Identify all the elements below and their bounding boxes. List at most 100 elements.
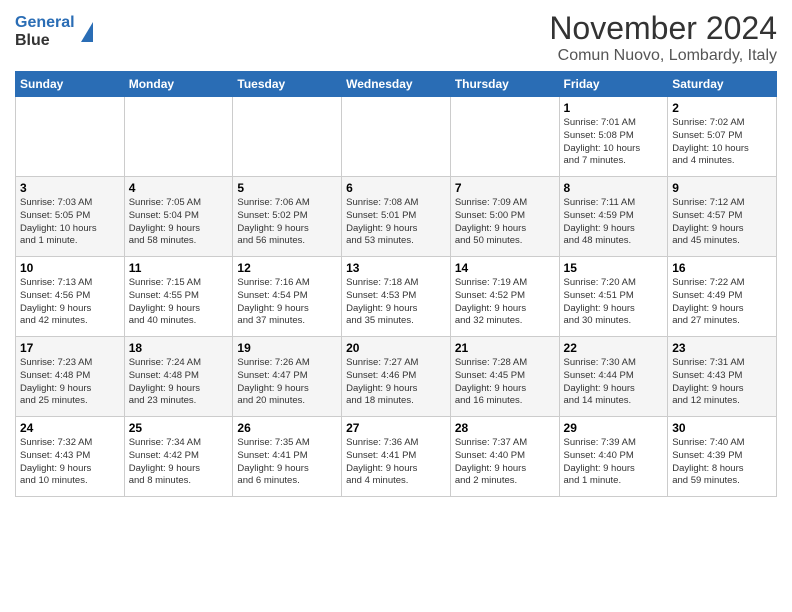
day-cell: 28 Sunrise: 7:37 AM Sunset: 4:40 PM Dayli… xyxy=(450,417,559,497)
day-info: Sunrise: 7:37 AM Sunset: 4:40 PM Dayligh… xyxy=(455,437,555,488)
day-number: 1 xyxy=(564,101,664,115)
day-info: Sunrise: 7:09 AM Sunset: 5:00 PM Dayligh… xyxy=(455,197,555,248)
day-cell: 17Sunrise: 7:23 AM Sunset: 4:48 PM Dayli… xyxy=(16,337,125,417)
day-number: 8 xyxy=(564,181,664,195)
header-tuesday: Tuesday xyxy=(233,72,342,97)
day-number: 16 xyxy=(672,261,772,275)
day-cell: 8 Sunrise: 7:11 AM Sunset: 4:59 PM Daylig… xyxy=(559,177,668,257)
day-number: 15 xyxy=(564,261,664,275)
day-info: Sunrise: 7:13 AM Sunset: 4:56 PM Dayligh… xyxy=(20,277,120,328)
day-number: 26 xyxy=(237,421,337,435)
week-row-0: 1 Sunrise: 7:01 AM Sunset: 5:08 PM Daylig… xyxy=(16,97,777,177)
day-number: 30 xyxy=(672,421,772,435)
day-info: Sunrise: 7:06 AM Sunset: 5:02 PM Dayligh… xyxy=(237,197,337,248)
header-wednesday: Wednesday xyxy=(342,72,451,97)
day-cell xyxy=(342,97,451,177)
logo-icon xyxy=(81,22,93,42)
day-info: Sunrise: 7:35 AM Sunset: 4:41 PM Dayligh… xyxy=(237,437,337,488)
calendar-table: SundayMondayTuesdayWednesdayThursdayFrid… xyxy=(15,71,777,497)
day-cell: 5 Sunrise: 7:06 AM Sunset: 5:02 PM Daylig… xyxy=(233,177,342,257)
day-cell: 29 Sunrise: 7:39 AM Sunset: 4:40 PM Dayli… xyxy=(559,417,668,497)
day-info: Sunrise: 7:15 AM Sunset: 4:55 PM Dayligh… xyxy=(129,277,229,328)
day-number: 29 xyxy=(564,421,664,435)
day-number: 9 xyxy=(672,181,772,195)
day-info: Sunrise: 7:08 AM Sunset: 5:01 PM Dayligh… xyxy=(346,197,446,248)
day-info: Sunrise: 7:02 AM Sunset: 5:07 PM Dayligh… xyxy=(672,117,772,168)
day-info: Sunrise: 7:30 AM Sunset: 4:44 PM Dayligh… xyxy=(564,357,664,408)
calendar-body: 1 Sunrise: 7:01 AM Sunset: 5:08 PM Daylig… xyxy=(16,97,777,497)
day-info: Sunrise: 7:01 AM Sunset: 5:08 PM Dayligh… xyxy=(564,117,664,168)
day-cell: 14 Sunrise: 7:19 AM Sunset: 4:52 PM Dayli… xyxy=(450,257,559,337)
day-cell: 11 Sunrise: 7:15 AM Sunset: 4:55 PM Dayli… xyxy=(124,257,233,337)
day-number: 14 xyxy=(455,261,555,275)
day-number: 7 xyxy=(455,181,555,195)
day-cell: 15 Sunrise: 7:20 AM Sunset: 4:51 PM Dayli… xyxy=(559,257,668,337)
day-cell: 26 Sunrise: 7:35 AM Sunset: 4:41 PM Dayli… xyxy=(233,417,342,497)
calendar-subtitle: Comun Nuovo, Lombardy, Italy xyxy=(549,47,777,65)
day-info: Sunrise: 7:18 AM Sunset: 4:53 PM Dayligh… xyxy=(346,277,446,328)
day-info: Sunrise: 7:39 AM Sunset: 4:40 PM Dayligh… xyxy=(564,437,664,488)
day-info: Sunrise: 7:22 AM Sunset: 4:49 PM Dayligh… xyxy=(672,277,772,328)
day-info: Sunrise: 7:26 AM Sunset: 4:47 PM Dayligh… xyxy=(237,357,337,408)
day-cell: 22 Sunrise: 7:30 AM Sunset: 4:44 PM Dayli… xyxy=(559,337,668,417)
day-cell: 20 Sunrise: 7:27 AM Sunset: 4:46 PM Dayli… xyxy=(342,337,451,417)
week-row-3: 17Sunrise: 7:23 AM Sunset: 4:48 PM Dayli… xyxy=(16,337,777,417)
day-cell: 19 Sunrise: 7:26 AM Sunset: 4:47 PM Dayli… xyxy=(233,337,342,417)
day-number: 27 xyxy=(346,421,446,435)
day-cell: 12 Sunrise: 7:16 AM Sunset: 4:54 PM Dayli… xyxy=(233,257,342,337)
day-info: Sunrise: 7:32 AM Sunset: 4:43 PM Dayligh… xyxy=(20,437,120,488)
logo-text: General Blue xyxy=(15,14,75,49)
page-header: General Blue November 2024 Comun Nuovo, … xyxy=(15,10,777,65)
day-number: 10 xyxy=(20,261,120,275)
day-cell: 6 Sunrise: 7:08 AM Sunset: 5:01 PM Daylig… xyxy=(342,177,451,257)
day-cell: 24Sunrise: 7:32 AM Sunset: 4:43 PM Dayli… xyxy=(16,417,125,497)
day-info: Sunrise: 7:19 AM Sunset: 4:52 PM Dayligh… xyxy=(455,277,555,328)
day-number: 12 xyxy=(237,261,337,275)
day-info: Sunrise: 7:36 AM Sunset: 4:41 PM Dayligh… xyxy=(346,437,446,488)
day-info: Sunrise: 7:16 AM Sunset: 4:54 PM Dayligh… xyxy=(237,277,337,328)
day-number: 17 xyxy=(20,341,120,355)
day-info: Sunrise: 7:05 AM Sunset: 5:04 PM Dayligh… xyxy=(129,197,229,248)
day-cell: 4 Sunrise: 7:05 AM Sunset: 5:04 PM Daylig… xyxy=(124,177,233,257)
day-number: 22 xyxy=(564,341,664,355)
week-row-1: 3Sunrise: 7:03 AM Sunset: 5:05 PM Daylig… xyxy=(16,177,777,257)
day-number: 20 xyxy=(346,341,446,355)
header-monday: Monday xyxy=(124,72,233,97)
day-info: Sunrise: 7:24 AM Sunset: 4:48 PM Dayligh… xyxy=(129,357,229,408)
header-sunday: Sunday xyxy=(16,72,125,97)
day-cell xyxy=(16,97,125,177)
calendar-header: SundayMondayTuesdayWednesdayThursdayFrid… xyxy=(16,72,777,97)
day-cell: 1 Sunrise: 7:01 AM Sunset: 5:08 PM Daylig… xyxy=(559,97,668,177)
day-cell: 9 Sunrise: 7:12 AM Sunset: 4:57 PM Daylig… xyxy=(668,177,777,257)
day-info: Sunrise: 7:27 AM Sunset: 4:46 PM Dayligh… xyxy=(346,357,446,408)
header-friday: Friday xyxy=(559,72,668,97)
day-info: Sunrise: 7:12 AM Sunset: 4:57 PM Dayligh… xyxy=(672,197,772,248)
day-cell: 18Sunrise: 7:24 AM Sunset: 4:48 PM Dayli… xyxy=(124,337,233,417)
header-thursday: Thursday xyxy=(450,72,559,97)
day-cell: 7 Sunrise: 7:09 AM Sunset: 5:00 PM Daylig… xyxy=(450,177,559,257)
title-block: November 2024 Comun Nuovo, Lombardy, Ita… xyxy=(549,10,777,65)
day-info: Sunrise: 7:11 AM Sunset: 4:59 PM Dayligh… xyxy=(564,197,664,248)
day-cell: 16 Sunrise: 7:22 AM Sunset: 4:49 PM Dayli… xyxy=(668,257,777,337)
day-number: 13 xyxy=(346,261,446,275)
logo: General Blue xyxy=(15,10,93,49)
day-info: Sunrise: 7:28 AM Sunset: 4:45 PM Dayligh… xyxy=(455,357,555,408)
day-number: 11 xyxy=(129,261,229,275)
day-cell: 2 Sunrise: 7:02 AM Sunset: 5:07 PM Daylig… xyxy=(668,97,777,177)
day-info: Sunrise: 7:20 AM Sunset: 4:51 PM Dayligh… xyxy=(564,277,664,328)
header-saturday: Saturday xyxy=(668,72,777,97)
day-number: 21 xyxy=(455,341,555,355)
day-info: Sunrise: 7:03 AM Sunset: 5:05 PM Dayligh… xyxy=(20,197,120,248)
calendar-title: November 2024 xyxy=(549,10,777,47)
day-number: 23 xyxy=(672,341,772,355)
day-number: 5 xyxy=(237,181,337,195)
day-number: 6 xyxy=(346,181,446,195)
week-row-4: 24Sunrise: 7:32 AM Sunset: 4:43 PM Dayli… xyxy=(16,417,777,497)
day-number: 19 xyxy=(237,341,337,355)
logo-blue: Blue xyxy=(15,32,50,49)
day-number: 28 xyxy=(455,421,555,435)
day-number: 2 xyxy=(672,101,772,115)
day-number: 4 xyxy=(129,181,229,195)
day-cell: 23Sunrise: 7:31 AM Sunset: 4:43 PM Dayli… xyxy=(668,337,777,417)
day-cell: 25Sunrise: 7:34 AM Sunset: 4:42 PM Dayli… xyxy=(124,417,233,497)
